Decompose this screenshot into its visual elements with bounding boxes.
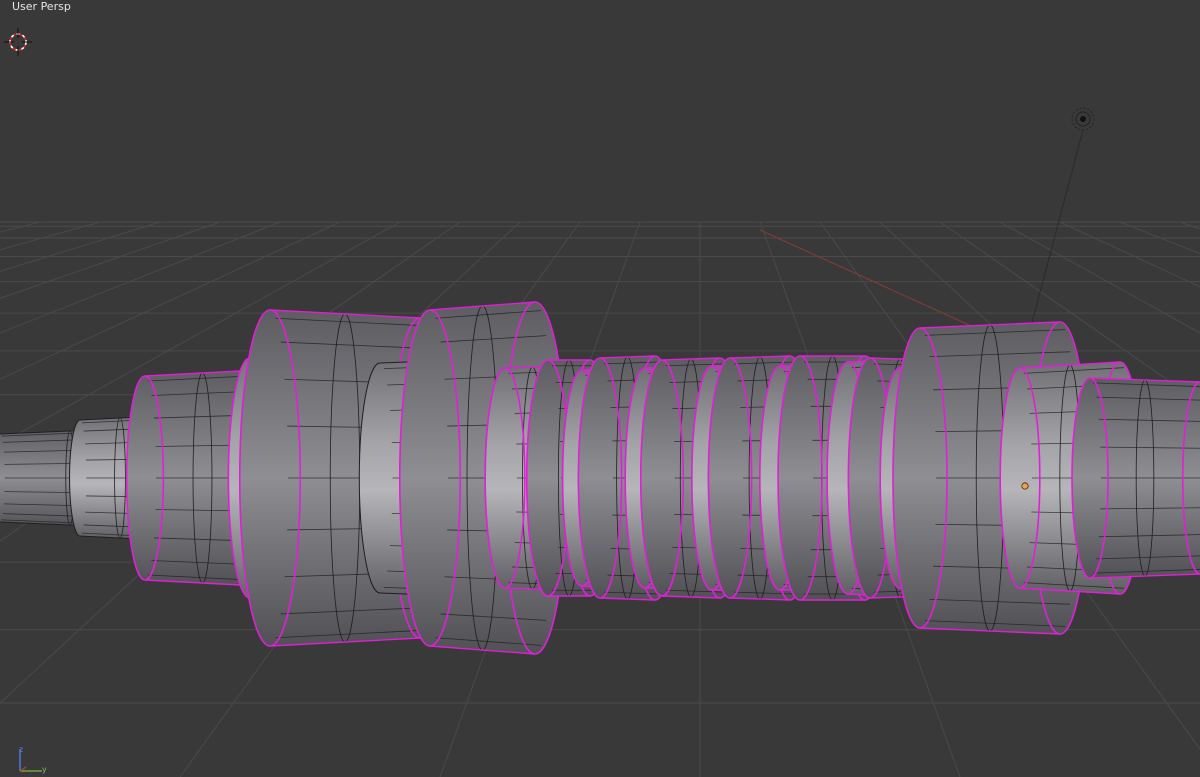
- lamp-icon[interactable]: [1071, 107, 1095, 131]
- scene-canvas[interactable]: [0, 0, 1200, 777]
- gizmo-y-label: y: [42, 765, 47, 774]
- axis-gizmo-icon: [19, 749, 42, 772]
- 3d-cursor-icon[interactable]: [4, 28, 32, 56]
- lathe-mesh-object[interactable]: [0, 301, 1200, 655]
- object-origin-dot[interactable]: [1021, 482, 1029, 490]
- mesh-ring[interactable]: [1071, 377, 1200, 579]
- 3d-viewport[interactable]: User Persp z y: [0, 0, 1200, 777]
- view-label: User Persp: [12, 0, 71, 13]
- lamp-line: [1029, 129, 1084, 331]
- gizmo-z-label: z: [19, 745, 24, 754]
